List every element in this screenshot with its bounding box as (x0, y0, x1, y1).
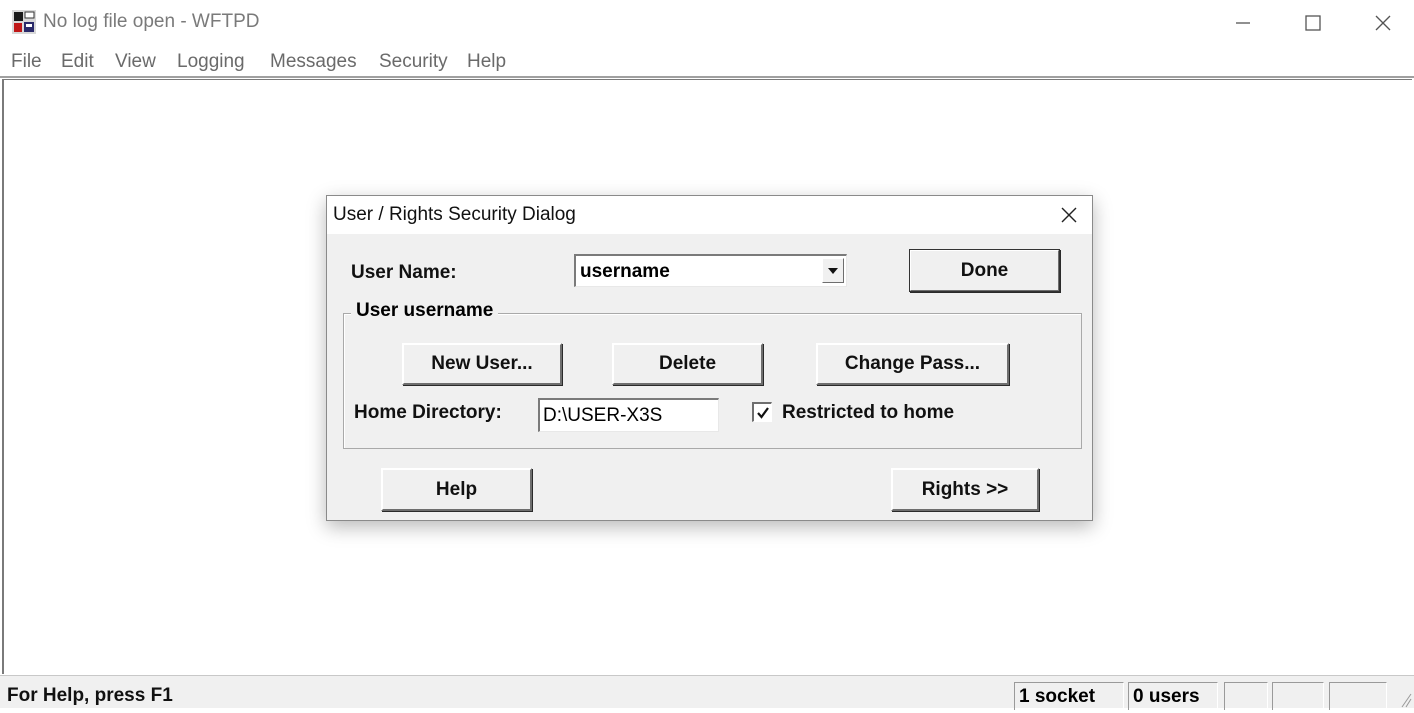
dialog-close-button[interactable] (1047, 196, 1091, 234)
maximize-icon (1305, 15, 1321, 31)
dialog-title: User / Rights Security Dialog (333, 204, 576, 225)
chevron-down-icon (828, 267, 838, 274)
menu-help[interactable]: Help (467, 51, 506, 73)
rights-button[interactable]: Rights >> (891, 468, 1039, 511)
help-button[interactable]: Help (381, 468, 532, 511)
menu-view[interactable]: View (115, 51, 156, 73)
dialog-title-bar[interactable]: User / Rights Security Dialog (327, 196, 1092, 234)
dropdown-button[interactable] (822, 258, 844, 283)
menu-security[interactable]: Security (379, 51, 448, 73)
status-sockets: 1 socket (1014, 682, 1124, 710)
user-rights-dialog: User / Rights Security Dialog User Name:… (326, 195, 1093, 521)
menu-divider (0, 76, 1414, 78)
delete-button[interactable]: Delete (612, 343, 763, 385)
restricted-to-home-checkbox[interactable] (752, 402, 772, 422)
status-pane-empty-2 (1272, 682, 1324, 710)
title-bar: No log file open - WFTPD (0, 0, 1414, 46)
status-bar: For Help, press F1 1 socket 0 users (0, 675, 1414, 710)
minimize-icon (1236, 22, 1250, 24)
window-title: No log file open - WFTPD (43, 11, 260, 32)
status-help-text: For Help, press F1 (7, 685, 173, 706)
user-name-value: username (580, 261, 670, 282)
status-pane-empty-1 (1224, 682, 1268, 710)
done-button[interactable]: Done (909, 249, 1060, 292)
change-password-button[interactable]: Change Pass... (816, 343, 1009, 385)
size-grip-icon[interactable] (1396, 688, 1412, 708)
checkmark-icon (756, 406, 769, 419)
status-users: 0 users (1128, 682, 1218, 710)
restricted-to-home-label[interactable]: Restricted to home (782, 402, 954, 424)
wftpd-app-icon[interactable] (12, 10, 36, 34)
close-button[interactable] (1348, 0, 1414, 46)
close-icon (1375, 15, 1391, 31)
home-directory-label: Home Directory: (354, 402, 502, 423)
minimize-button[interactable] (1208, 0, 1278, 46)
menu-edit[interactable]: Edit (61, 51, 94, 73)
menu-logging[interactable]: Logging (177, 51, 245, 73)
home-directory-input[interactable] (538, 398, 719, 432)
menu-messages[interactable]: Messages (270, 51, 357, 73)
user-name-combobox[interactable]: username (574, 254, 847, 287)
new-user-button[interactable]: New User... (402, 343, 562, 385)
user-group-label: User username (351, 300, 499, 322)
menu-bar: File Edit View Logging Messages Security… (0, 46, 1414, 78)
user-name-label: User Name: (351, 262, 457, 283)
close-icon (1061, 207, 1077, 223)
menu-file[interactable]: File (11, 51, 42, 73)
status-pane-empty-3 (1329, 682, 1387, 710)
maximize-button[interactable] (1278, 0, 1348, 46)
